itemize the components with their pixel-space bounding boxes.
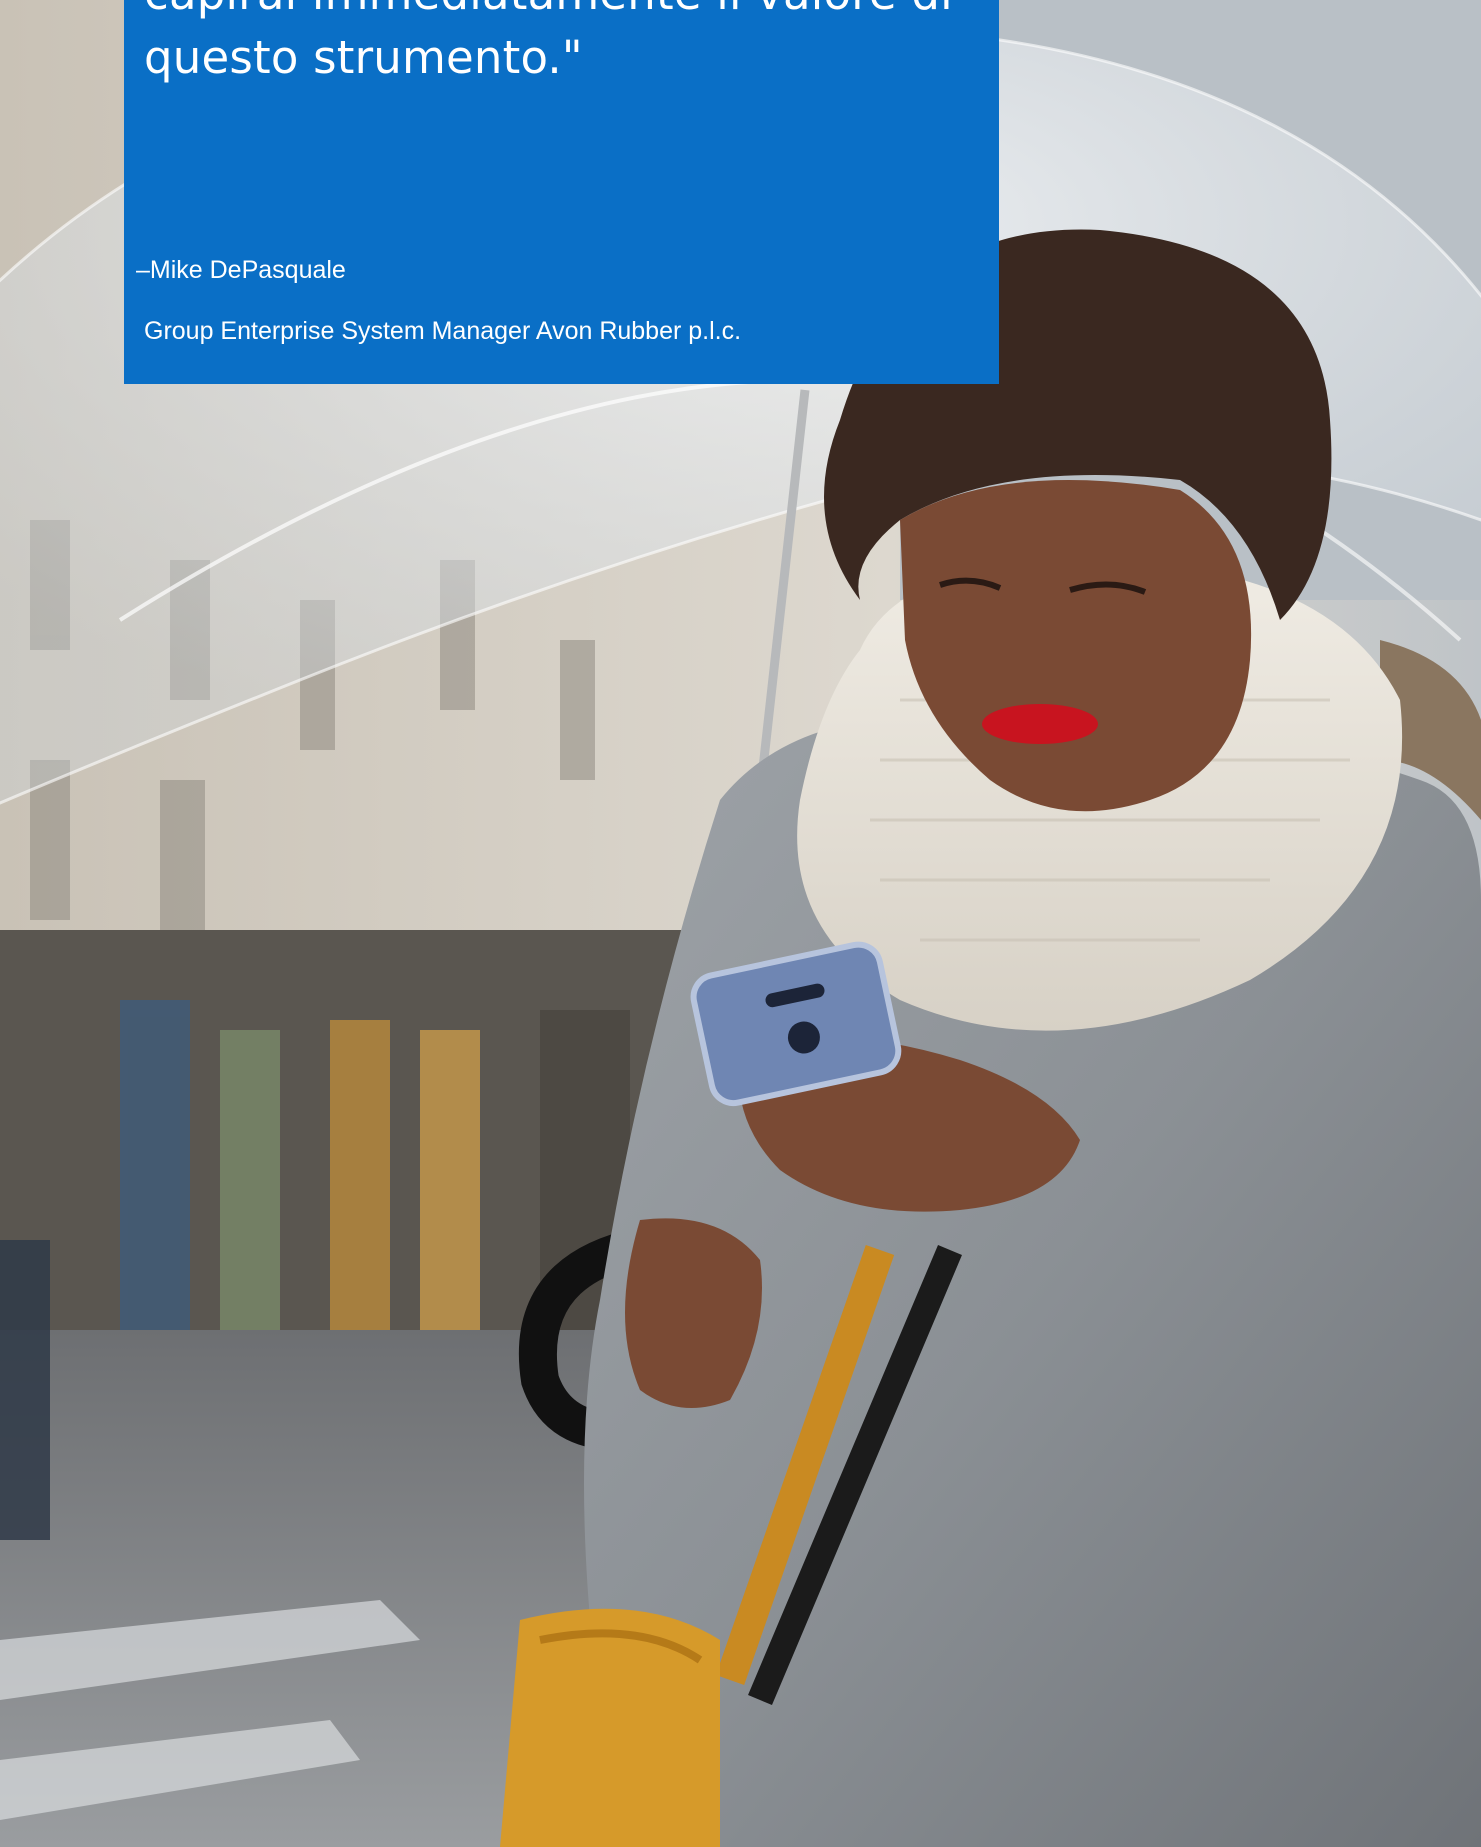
quote-line: capirai immediatamente il valore di	[144, 0, 964, 26]
quote-line: questo strumento."	[144, 31, 583, 84]
quote-author-role: Group Enterprise System Manager Avon Rub…	[144, 317, 742, 345]
quote-card: capirai immediatamente il valore di ques…	[124, 0, 999, 384]
quote-text: capirai immediatamente il valore di ques…	[144, 0, 964, 90]
quote-author: –Mike DePasquale	[136, 256, 346, 284]
